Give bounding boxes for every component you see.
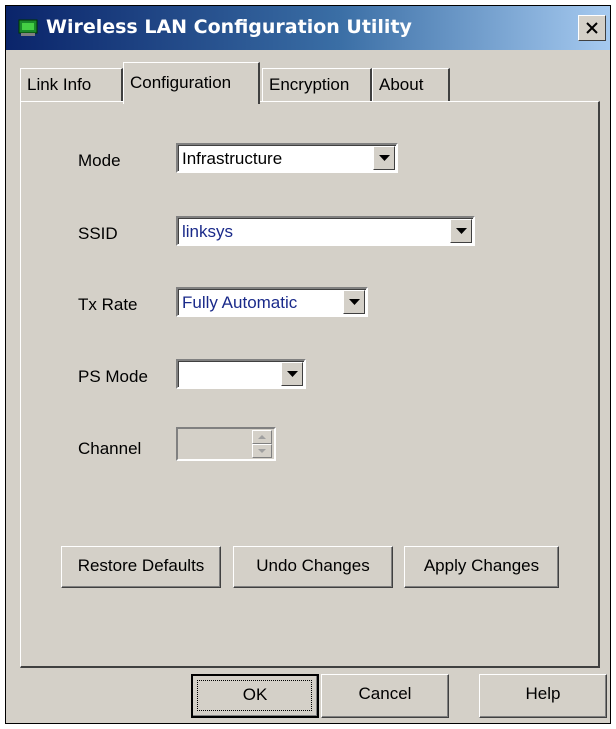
close-icon <box>586 22 598 34</box>
restore-defaults-label: Restore Defaults <box>77 556 205 575</box>
tab-encryption[interactable]: Encryption <box>262 68 372 102</box>
ok-label: OK <box>242 685 268 704</box>
apply-changes-label: Apply Changes <box>423 556 540 575</box>
cancel-label: Cancel <box>358 684 412 703</box>
tx-rate-label: Tx Rate <box>78 295 138 314</box>
ps-mode-label: PS Mode <box>78 367 148 386</box>
tab-label: About <box>379 75 424 94</box>
channel-spin-down-button[interactable] <box>252 444 272 458</box>
tab-label: Configuration <box>130 73 232 92</box>
window-title: Wireless LAN Configuration Utility <box>46 16 412 38</box>
ssid-value: linksys <box>182 222 234 241</box>
help-button[interactable]: Help <box>479 674 607 718</box>
mode-label: Mode <box>78 151 121 170</box>
ssid-label: SSID <box>78 224 118 243</box>
mode-select[interactable]: Infrastructure <box>176 143 398 173</box>
tx-rate-select[interactable]: Fully Automatic <box>176 287 368 317</box>
tx-rate-dropdown-button[interactable] <box>343 290 365 314</box>
restore-defaults-button[interactable]: Restore Defaults <box>61 546 221 588</box>
mode-value: Infrastructure <box>182 149 283 168</box>
ssid-select[interactable]: linksys <box>176 216 475 246</box>
spin-down-icon <box>258 449 266 453</box>
tab-label: Encryption <box>269 75 350 94</box>
tab-label: Link Info <box>27 75 92 94</box>
network-card-icon <box>18 19 38 36</box>
ok-button[interactable]: OK <box>191 674 319 718</box>
chevron-down-icon <box>287 371 298 377</box>
chevron-down-icon <box>349 299 360 305</box>
channel-spinner <box>176 427 276 461</box>
undo-changes-label: Undo Changes <box>256 556 370 575</box>
tab-about[interactable]: About <box>372 68 450 102</box>
channel-spin-up-button[interactable] <box>252 430 272 444</box>
tx-rate-value: Fully Automatic <box>182 293 298 312</box>
title-bar[interactable]: Wireless LAN Configuration Utility <box>6 6 610 50</box>
ps-mode-select[interactable] <box>176 359 306 389</box>
chevron-down-icon <box>456 228 467 234</box>
apply-changes-button[interactable]: Apply Changes <box>404 546 559 588</box>
ssid-dropdown-button[interactable] <box>450 219 472 243</box>
spin-up-icon <box>258 435 266 439</box>
close-button[interactable] <box>578 15 606 41</box>
undo-changes-button[interactable]: Undo Changes <box>233 546 393 588</box>
tab-configuration[interactable]: Configuration <box>123 62 260 104</box>
mode-dropdown-button[interactable] <box>373 146 395 170</box>
chevron-down-icon <box>379 155 390 161</box>
cancel-button[interactable]: Cancel <box>321 674 449 718</box>
tab-link-info[interactable]: Link Info <box>20 68 123 102</box>
dialog-window: Wireless LAN Configuration Utility Link … <box>5 5 611 724</box>
channel-label: Channel <box>78 439 142 458</box>
ps-mode-dropdown-button[interactable] <box>281 362 303 386</box>
help-label: Help <box>525 684 561 703</box>
